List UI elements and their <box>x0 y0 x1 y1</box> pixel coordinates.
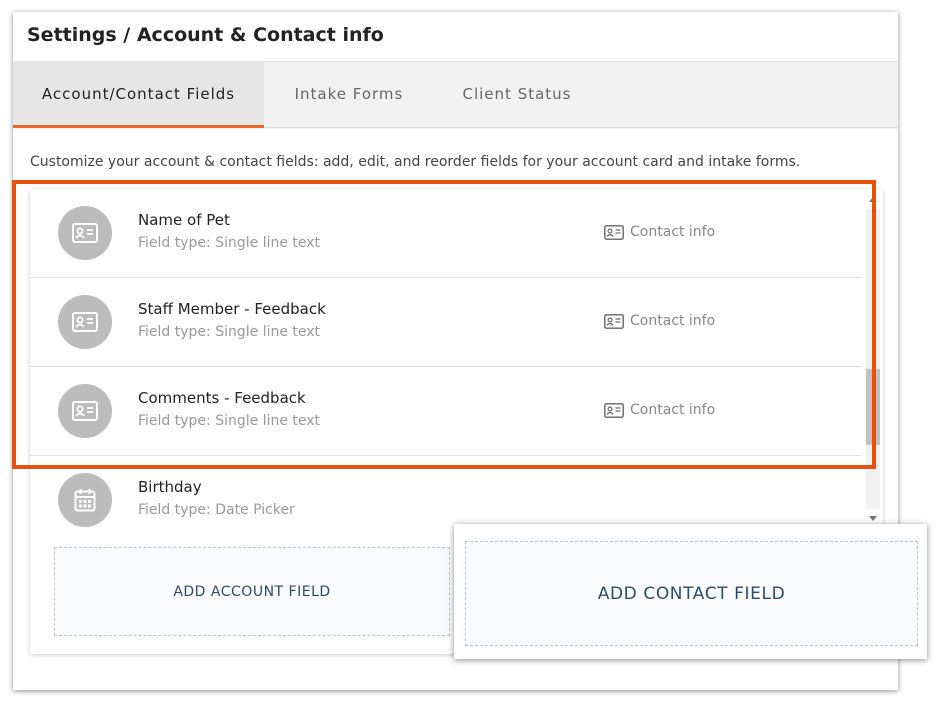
field-title: Staff Member - Feedback <box>138 300 326 318</box>
contact-card-small-icon <box>604 313 624 329</box>
list-item[interactable]: Comments - Feedback Field type: Single l… <box>30 367 862 456</box>
page-description: Customize your account & contact fields:… <box>30 154 801 170</box>
list-item[interactable]: Birthday Field type: Date Picker <box>30 456 862 529</box>
field-type: Field type: Single line text <box>138 235 321 251</box>
tab-intake-forms[interactable]: Intake Forms <box>271 62 427 128</box>
tab-account-contact-fields[interactable]: Account/Contact Fields <box>13 62 264 128</box>
scroll-up-arrow-icon[interactable] <box>869 197 877 202</box>
list-item[interactable]: Name of Pet Field type: Single line text… <box>30 189 862 278</box>
page-header: Settings / Account & Contact info <box>13 12 898 62</box>
tab-client-status[interactable]: Client Status <box>441 62 593 128</box>
field-title: Name of Pet <box>138 211 230 229</box>
calendar-icon <box>58 473 112 527</box>
page-title: Settings / Account & Contact info <box>27 24 384 46</box>
field-type: Field type: Date Picker <box>138 502 295 518</box>
field-title: Comments - Feedback <box>138 389 306 407</box>
fields-scrollbar[interactable] <box>866 189 880 529</box>
field-type: Field type: Single line text <box>138 413 321 429</box>
scroll-down-arrow-icon[interactable] <box>869 516 877 521</box>
add-contact-field-button[interactable]: ADD CONTACT FIELD <box>465 541 918 646</box>
scroll-thumb[interactable] <box>866 369 880 445</box>
contact-card-icon <box>58 384 112 438</box>
contact-card-icon <box>58 295 112 349</box>
tab-bar: Account/Contact Fields Intake Forms Clie… <box>13 62 898 128</box>
field-category-label: Contact info <box>630 402 716 418</box>
add-account-field-button[interactable]: ADD ACCOUNT FIELD <box>54 547 450 636</box>
field-category: Contact info <box>604 224 715 240</box>
field-category: Contact info <box>604 402 715 418</box>
field-category-label: Contact info <box>630 224 716 240</box>
contact-card-small-icon <box>604 224 624 240</box>
field-category: Contact info <box>604 313 715 329</box>
zoom-callout: ADD CONTACT FIELD <box>454 524 927 659</box>
fields-list: Name of Pet Field type: Single line text… <box>30 189 862 529</box>
field-category-label: Contact info <box>630 313 716 329</box>
list-item[interactable]: Staff Member - Feedback Field type: Sing… <box>30 278 862 367</box>
contact-card-small-icon <box>604 402 624 418</box>
field-type: Field type: Single line text <box>138 324 321 340</box>
scroll-track[interactable] <box>866 209 880 509</box>
field-title: Birthday <box>138 478 202 496</box>
contact-card-icon <box>58 206 112 260</box>
